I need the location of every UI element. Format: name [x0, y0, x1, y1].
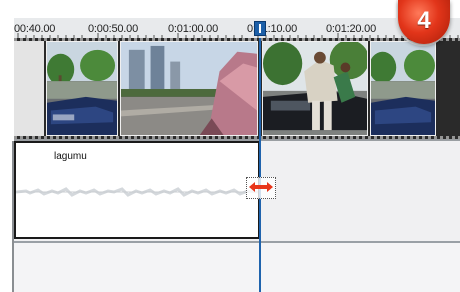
- track-left-border: [12, 141, 14, 292]
- street-car-image: [47, 42, 117, 135]
- step-badge: 4: [396, 0, 452, 46]
- video-thumbnail-street-2[interactable]: [370, 41, 436, 136]
- film-sprocket-bottom: [14, 136, 460, 139]
- video-track[interactable]: [14, 38, 460, 141]
- resize-horizontal-icon: [249, 182, 273, 192]
- timeline-editor: 00:40.00 0:00:50.00 0:01:00.00 0:01:10.0…: [0, 0, 460, 292]
- playhead-line[interactable]: [259, 38, 261, 292]
- video-thumbnail-people-car[interactable]: [262, 41, 368, 136]
- timeline-ruler[interactable]: 00:40.00 0:00:50.00 0:01:00.00 0:01:10.0…: [14, 18, 460, 39]
- people-pushing-car-image: [263, 42, 367, 135]
- street-car-image: [371, 42, 435, 135]
- trim-cursor: [246, 177, 276, 199]
- video-thumbnail-street[interactable]: [46, 41, 118, 136]
- empty-track[interactable]: [14, 243, 460, 292]
- audio-clip-label: lagumu: [54, 151, 87, 162]
- audio-clip[interactable]: lagumu: [14, 141, 260, 239]
- audio-waveform: [16, 187, 258, 197]
- video-thumbnail-buildings[interactable]: [120, 41, 258, 136]
- buildings-image: [121, 42, 257, 135]
- step-number: 4: [417, 7, 431, 34]
- video-track-gap: [14, 41, 44, 136]
- playhead-handle[interactable]: [254, 21, 266, 36]
